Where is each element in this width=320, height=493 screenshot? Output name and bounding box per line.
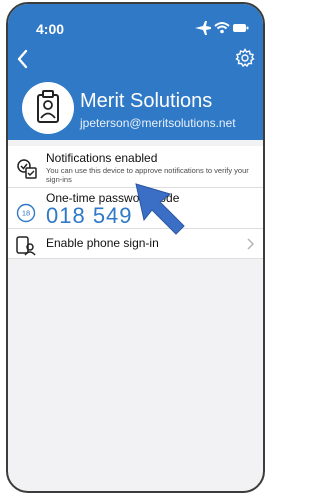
account-name: Merit Solutions [80, 90, 213, 112]
status-icons [195, 21, 249, 35]
settings-button[interactable] [235, 48, 255, 68]
id-badge-icon [37, 90, 59, 123]
account-email: jpeterson@meritsolutions.net [80, 116, 236, 130]
airplane-icon [195, 21, 211, 35]
otp-timer-value: 18 [22, 209, 30, 218]
battery-icon [233, 24, 249, 32]
account-badge [22, 82, 74, 134]
otp-code: 018 549 [46, 203, 133, 228]
phone-signin-label: Enable phone sign-in [46, 236, 159, 250]
countdown-timer-icon: 18 [16, 203, 36, 223]
status-time: 4:00 [36, 21, 65, 37]
pointer-arrow-icon [135, 183, 185, 235]
notifications-title: Notifications enabled [46, 151, 158, 165]
wifi-icon [214, 22, 230, 34]
chevron-left-icon [17, 49, 28, 69]
back-button[interactable] [14, 48, 32, 70]
account-header: 4:00 Merit Solutions jpeterson@meritsolu… [8, 4, 263, 140]
chevron-right-icon [247, 238, 255, 250]
gear-icon [235, 48, 255, 68]
check-notification-icon [17, 159, 37, 179]
phone-signin-icon [16, 236, 36, 256]
phone-frame: 4:00 Merit Solutions jpeterson@meritsolu… [6, 2, 265, 493]
